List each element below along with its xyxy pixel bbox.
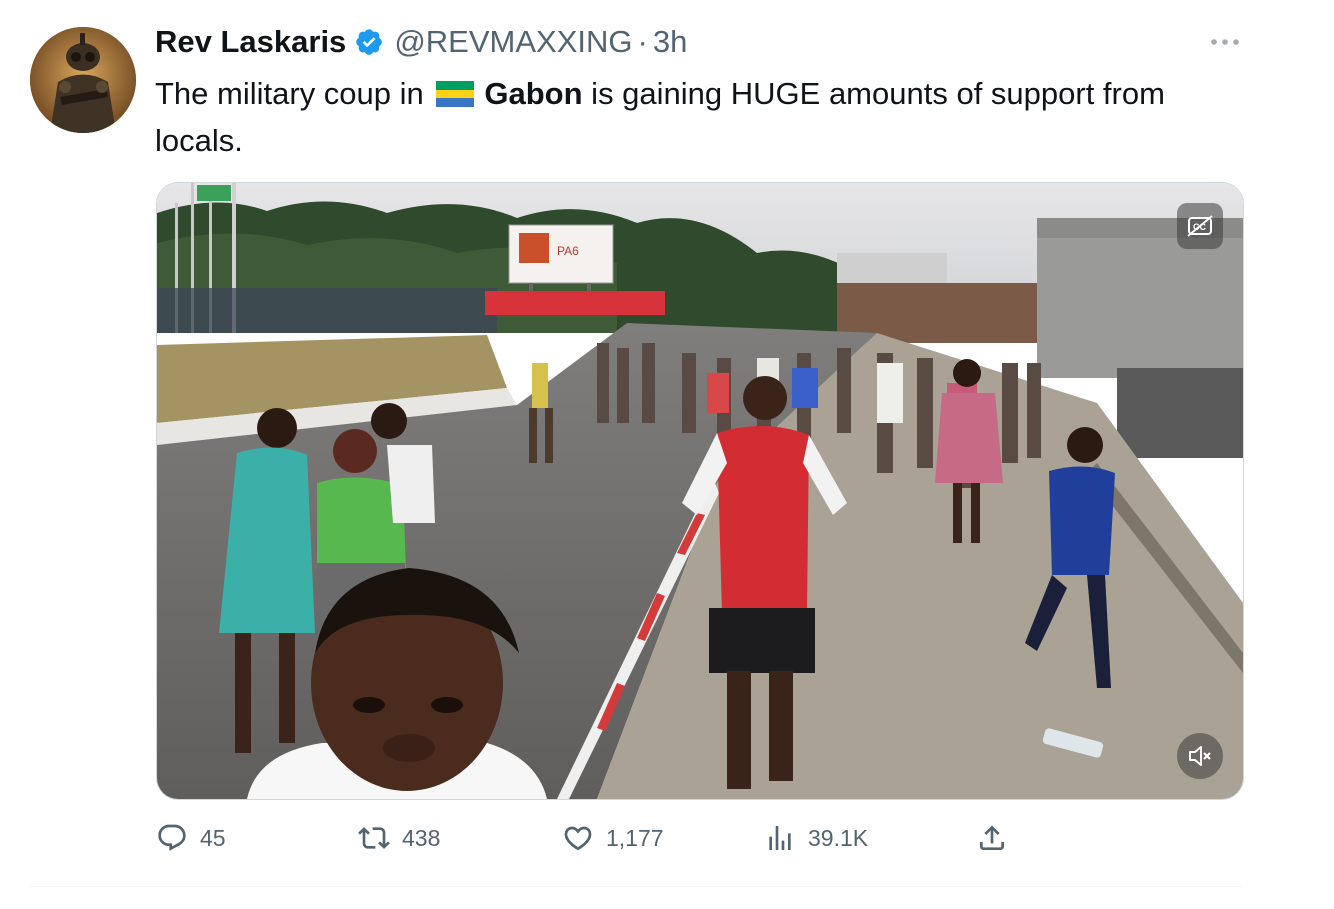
author-handle[interactable]: @REVMAXXING (394, 24, 632, 60)
muted-speaker-icon (1189, 746, 1211, 766)
avatar-image (30, 27, 136, 133)
tweet-header: Rev Laskaris @REVMAXXING · 3h (155, 22, 687, 62)
reply-button[interactable]: 45 (156, 820, 226, 856)
author-name[interactable]: Rev Laskaris (155, 24, 346, 60)
billboard-text: PA6 (557, 244, 579, 258)
retweet-icon (358, 827, 390, 849)
captions-off-icon: CC (1187, 215, 1213, 237)
more-options-button[interactable] (1208, 30, 1242, 54)
more-dots-icon (1211, 39, 1239, 45)
share-icon (980, 825, 1004, 850)
tweet-text-start: The military coup in (155, 76, 433, 111)
tweet-bold-word: Gabon (484, 76, 583, 111)
action-bar: 45 438 1,177 39.1K (156, 820, 1246, 860)
retweet-count: 438 (402, 824, 441, 851)
reply-count: 45 (200, 824, 226, 851)
post-time[interactable]: 3h (653, 24, 687, 60)
separator-dot: · (637, 24, 648, 59)
like-button[interactable]: 1,177 (562, 820, 664, 856)
avatar[interactable] (30, 27, 136, 133)
tweet-text: The military coup in Gabon is gaining HU… (155, 70, 1235, 164)
unmute-button[interactable] (1177, 733, 1223, 779)
video-frame: PA6 (157, 183, 1243, 799)
verified-badge-icon (356, 29, 383, 55)
share-button[interactable] (976, 820, 1008, 856)
reply-icon (158, 824, 186, 851)
retweet-button[interactable]: 438 (358, 820, 440, 856)
heart-icon (564, 826, 592, 851)
captions-button[interactable]: CC (1177, 203, 1223, 249)
views-count: 39.1K (808, 824, 869, 851)
views-button[interactable]: 39.1K (764, 820, 868, 856)
gabon-flag-icon (436, 81, 475, 107)
video-player[interactable]: PA6 (156, 182, 1244, 800)
like-count: 1,177 (606, 824, 664, 851)
bottom-divider (30, 886, 1242, 887)
views-chart-icon (769, 826, 791, 850)
